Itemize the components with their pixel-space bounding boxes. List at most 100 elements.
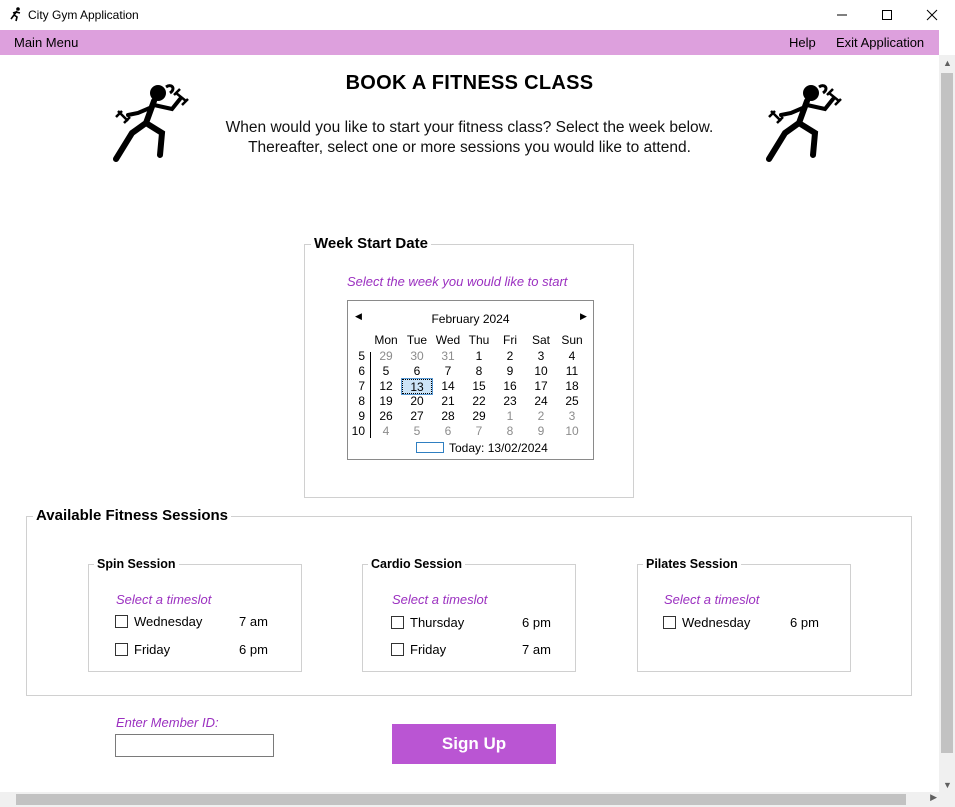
spin-hint: Select a timeslot — [116, 592, 212, 607]
week-hint: Select the week you would like to start — [347, 274, 568, 289]
week-start-label: Week Start Date — [311, 235, 431, 252]
menu-main[interactable]: Main Menu — [14, 35, 78, 50]
cardio-thursday-checkbox[interactable] — [391, 616, 404, 629]
calendar-week-number: 7 — [358, 379, 365, 393]
calendar-date[interactable]: 26 — [371, 409, 401, 424]
cardio-friday-checkbox[interactable] — [391, 643, 404, 656]
calendar-day-header: Sat — [531, 333, 550, 347]
calendar-date[interactable]: 5 — [371, 364, 401, 379]
spin-wednesday-checkbox[interactable] — [115, 615, 128, 628]
calendar-date[interactable]: 24 — [526, 394, 556, 409]
menu-help[interactable]: Help — [789, 35, 816, 50]
calendar-day-header: Thu — [468, 333, 490, 347]
pilates-wednesday-checkbox[interactable] — [663, 616, 676, 629]
calendar-date[interactable]: 14 — [433, 379, 463, 394]
calendar-date[interactable]: 31 — [433, 349, 463, 364]
scroll-right-icon[interactable]: ▶ — [930, 792, 937, 803]
close-icon — [926, 9, 938, 21]
calendar-date[interactable]: 1 — [464, 349, 494, 364]
next-month-icon[interactable]: ▶ — [580, 311, 587, 322]
spin-slot-time: 7 am — [239, 614, 268, 629]
intro-text-line2: Thereafter, select one or more sessions … — [248, 139, 691, 156]
calendar-week-number: 9 — [358, 409, 365, 423]
menu-bar: Main Menu Help Exit Application — [0, 30, 939, 55]
calendar-date[interactable]: 4 — [557, 349, 587, 364]
calendar-week-number: 8 — [358, 394, 365, 408]
calendar-day-header: Sun — [561, 333, 583, 347]
pilates-slot-day: Wednesday — [682, 615, 751, 630]
calendar-date[interactable]: 16 — [495, 379, 525, 394]
calendar-week-divider — [370, 352, 371, 438]
calendar-date[interactable]: 18 — [557, 379, 587, 394]
menu-exit[interactable]: Exit Application — [836, 35, 924, 50]
minimize-button[interactable] — [819, 0, 865, 30]
calendar-date[interactable]: 3 — [526, 349, 556, 364]
spin-slot-time: 6 pm — [239, 642, 268, 657]
calendar-week-number: 6 — [358, 364, 365, 378]
pilates-slot-time: 6 pm — [790, 615, 819, 630]
vertical-scrollbar[interactable]: ▲ ▼ — [939, 55, 955, 792]
calendar-date[interactable]: 22 — [464, 394, 494, 409]
close-button[interactable] — [909, 0, 955, 30]
calendar-date[interactable]: 2 — [495, 349, 525, 364]
cardio-slot-day: Friday — [410, 642, 447, 657]
calendar-date[interactable]: 21 — [433, 394, 463, 409]
page-title: BOOK A FITNESS CLASS — [345, 72, 594, 94]
maximize-button[interactable] — [864, 0, 910, 30]
calendar-date[interactable]: 6 — [402, 364, 432, 379]
cardio-session-label: Cardio Session — [368, 557, 465, 571]
calendar-date[interactable]: 20 — [402, 394, 432, 409]
today-marker-icon — [416, 442, 444, 453]
title-bar: City Gym Application — [0, 0, 955, 30]
cardio-slot-time: 7 am — [522, 642, 551, 657]
scroll-down-icon[interactable]: ▼ — [943, 780, 952, 790]
calendar-date[interactable]: 1 — [495, 409, 525, 424]
calendar-day-header: Fri — [503, 333, 517, 347]
calendar-date[interactable]: 10 — [526, 364, 556, 379]
horizontal-scrollbar[interactable]: ▶ — [0, 792, 939, 807]
vertical-scroll-thumb[interactable] — [941, 73, 953, 753]
calendar-date[interactable]: 9 — [526, 424, 556, 439]
member-id-input[interactable] — [115, 734, 274, 757]
calendar-date[interactable]: 3 — [557, 409, 587, 424]
calendar-date[interactable]: 30 — [402, 349, 432, 364]
calendar-date[interactable]: 8 — [495, 424, 525, 439]
calendar-date[interactable]: 27 — [402, 409, 432, 424]
scroll-up-icon[interactable]: ▲ — [943, 58, 952, 68]
calendar-day-header: Wed — [435, 333, 461, 347]
scrollbar-corner — [939, 792, 955, 807]
horizontal-scroll-thumb[interactable] — [16, 794, 906, 805]
calendar-month-label[interactable]: February 2024 — [348, 312, 593, 326]
calendar-date[interactable]: 29 — [371, 349, 401, 364]
calendar-date[interactable]: 6 — [433, 424, 463, 439]
calendar-date[interactable]: 5 — [402, 424, 432, 439]
calendar-date[interactable]: 29 — [464, 409, 494, 424]
calendar-date[interactable]: 13 — [401, 378, 433, 395]
calendar-date[interactable]: 7 — [433, 364, 463, 379]
calendar-date[interactable]: 9 — [495, 364, 525, 379]
calendar-date[interactable]: 17 — [526, 379, 556, 394]
calendar-date[interactable]: 11 — [557, 364, 587, 379]
minimize-icon — [837, 14, 847, 16]
calendar-week-number: 5 — [358, 349, 365, 363]
spin-friday-checkbox[interactable] — [115, 643, 128, 656]
calendar-date[interactable]: 8 — [464, 364, 494, 379]
calendar-day-header: Mon — [374, 333, 398, 347]
runner-icon — [10, 7, 21, 22]
calendar-date[interactable]: 28 — [433, 409, 463, 424]
calendar-date[interactable]: 12 — [371, 379, 401, 394]
calendar-date[interactable]: 25 — [557, 394, 587, 409]
calendar-date[interactable]: 4 — [371, 424, 401, 439]
calendar-date[interactable]: 23 — [495, 394, 525, 409]
sign-up-button[interactable]: Sign Up — [392, 724, 556, 764]
cardio-slot-time: 6 pm — [522, 615, 551, 630]
calendar-date[interactable]: 10 — [557, 424, 587, 439]
calendar-date[interactable]: 2 — [526, 409, 556, 424]
calendar-date[interactable]: 7 — [464, 424, 494, 439]
calendar-date[interactable]: 19 — [371, 394, 401, 409]
spin-slot-day: Wednesday — [134, 614, 203, 629]
month-calendar[interactable]: ◀ February 2024 ▶ Mon Tue Wed Thu Fri Sat Sun 5… — [347, 300, 594, 460]
calendar-week-number: 10 — [351, 424, 365, 438]
calendar-today[interactable]: Today: 13/02/2024 — [449, 441, 548, 455]
calendar-date[interactable]: 15 — [464, 379, 494, 394]
